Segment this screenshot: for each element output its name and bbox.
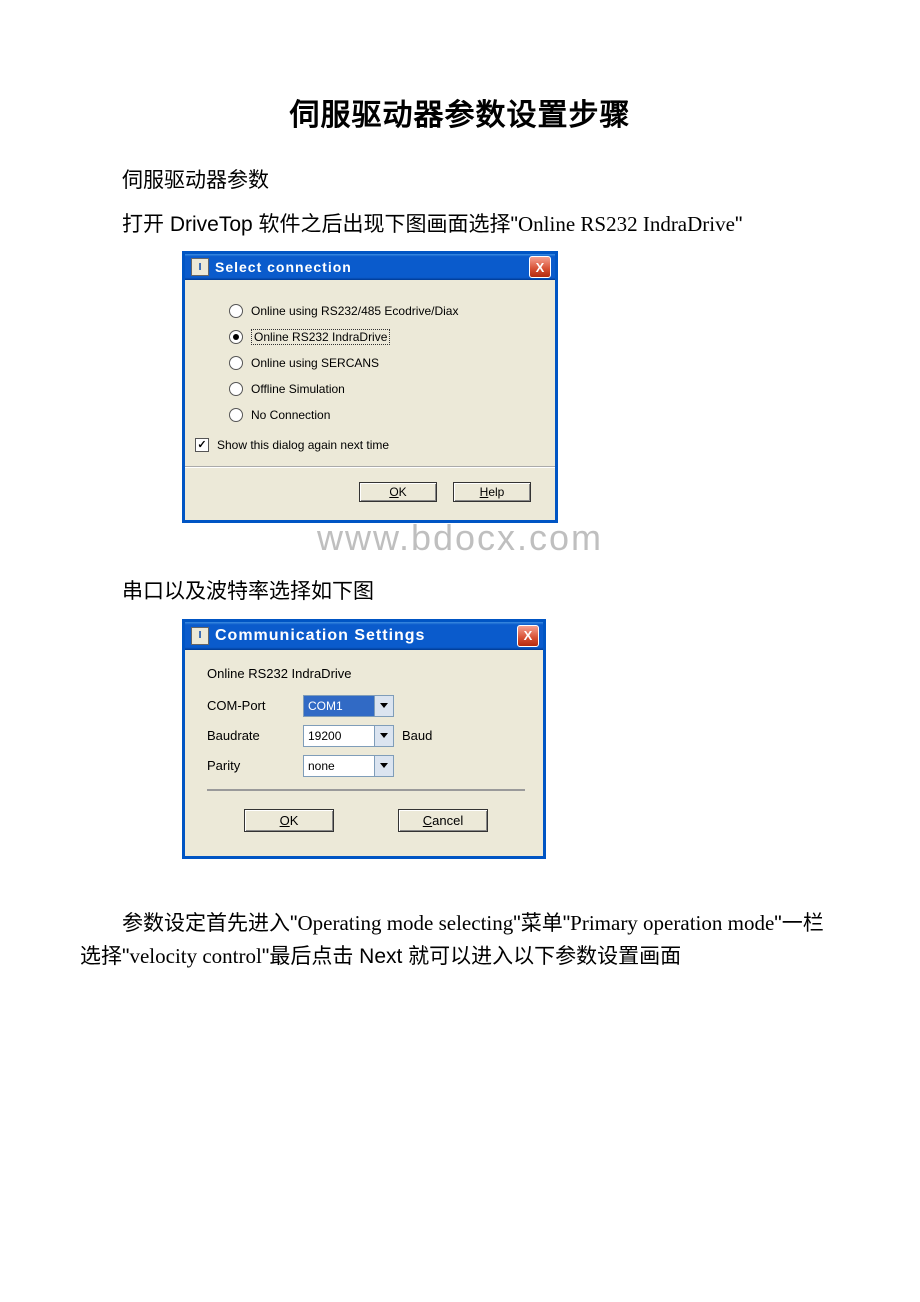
baudrate-label: Baudrate [207, 728, 303, 743]
chevron-down-icon [374, 695, 394, 717]
show-again-checkbox[interactable]: Show this dialog again next time [195, 438, 545, 452]
comport-row: COM-Port COM1 [207, 695, 525, 717]
app-icon: I [191, 258, 209, 276]
radio-option-ecodrive[interactable]: Online using RS232/485 Ecodrive/Diax [229, 300, 545, 322]
watermark: www.bdocx.com [80, 517, 840, 559]
close-icon[interactable]: X [529, 256, 551, 278]
subtitle-text: Online RS232 IndraDrive [207, 666, 525, 681]
comm-settings-dialog: I Communication Settings X Online RS232 … [182, 619, 546, 859]
radio-icon [229, 382, 243, 396]
paragraph-1: 伺服驱动器参数 [80, 164, 840, 198]
parity-dropdown[interactable]: none [303, 755, 394, 777]
dialog-title: Communication Settings [215, 627, 517, 645]
paragraph-3: 串口以及波特率选择如下图 [80, 575, 840, 609]
dropdown-value: none [303, 755, 374, 777]
unit-label: Baud [402, 728, 432, 743]
radio-label: Online RS232 IndraDrive [251, 329, 390, 345]
ok-button[interactable]: OK [359, 482, 437, 502]
chevron-down-icon [374, 725, 394, 747]
comport-dropdown[interactable]: COM1 [303, 695, 394, 717]
chevron-down-icon [374, 755, 394, 777]
page-title: 伺服驱动器参数设置步骤 [80, 90, 840, 134]
dialog-titlebar[interactable]: I Communication Settings X [185, 622, 543, 650]
radio-icon [229, 304, 243, 318]
paragraph-2: 打开 DriveTop 软件之后出现下图画面选择"Online RS232 In… [80, 208, 840, 242]
radio-label: Offline Simulation [251, 382, 345, 396]
help-button[interactable]: Help [453, 482, 531, 502]
cancel-button[interactable]: Cancel [398, 809, 488, 832]
app-icon: I [191, 627, 209, 645]
dropdown-value: COM1 [303, 695, 374, 717]
radio-label: No Connection [251, 408, 330, 422]
dialog-titlebar[interactable]: I Select connection X [185, 254, 555, 280]
close-icon[interactable]: X [517, 625, 539, 647]
radio-option-noconn[interactable]: No Connection [229, 404, 545, 426]
radio-icon [229, 356, 243, 370]
dropdown-value: 19200 [303, 725, 374, 747]
radio-icon [229, 330, 243, 344]
radio-label: Online using SERCANS [251, 356, 379, 370]
paragraph-4: 参数设定首先进入"Operating mode selecting"菜单"Pri… [80, 907, 840, 974]
ok-button[interactable]: OK [244, 809, 334, 832]
comport-label: COM-Port [207, 698, 303, 713]
checkbox-label: Show this dialog again next time [217, 438, 389, 452]
radio-option-offline[interactable]: Offline Simulation [229, 378, 545, 400]
radio-option-indradrive[interactable]: Online RS232 IndraDrive [229, 326, 545, 348]
parity-label: Parity [207, 758, 303, 773]
baudrate-dropdown[interactable]: 19200 [303, 725, 394, 747]
radio-icon [229, 408, 243, 422]
checkbox-icon [195, 438, 209, 452]
parity-row: Parity none [207, 755, 525, 777]
baudrate-row: Baudrate 19200 Baud [207, 725, 525, 747]
radio-option-sercans[interactable]: Online using SERCANS [229, 352, 545, 374]
radio-label: Online using RS232/485 Ecodrive/Diax [251, 304, 458, 318]
dialog-title: Select connection [215, 259, 529, 275]
select-connection-dialog: I Select connection X Online using RS232… [182, 251, 558, 523]
